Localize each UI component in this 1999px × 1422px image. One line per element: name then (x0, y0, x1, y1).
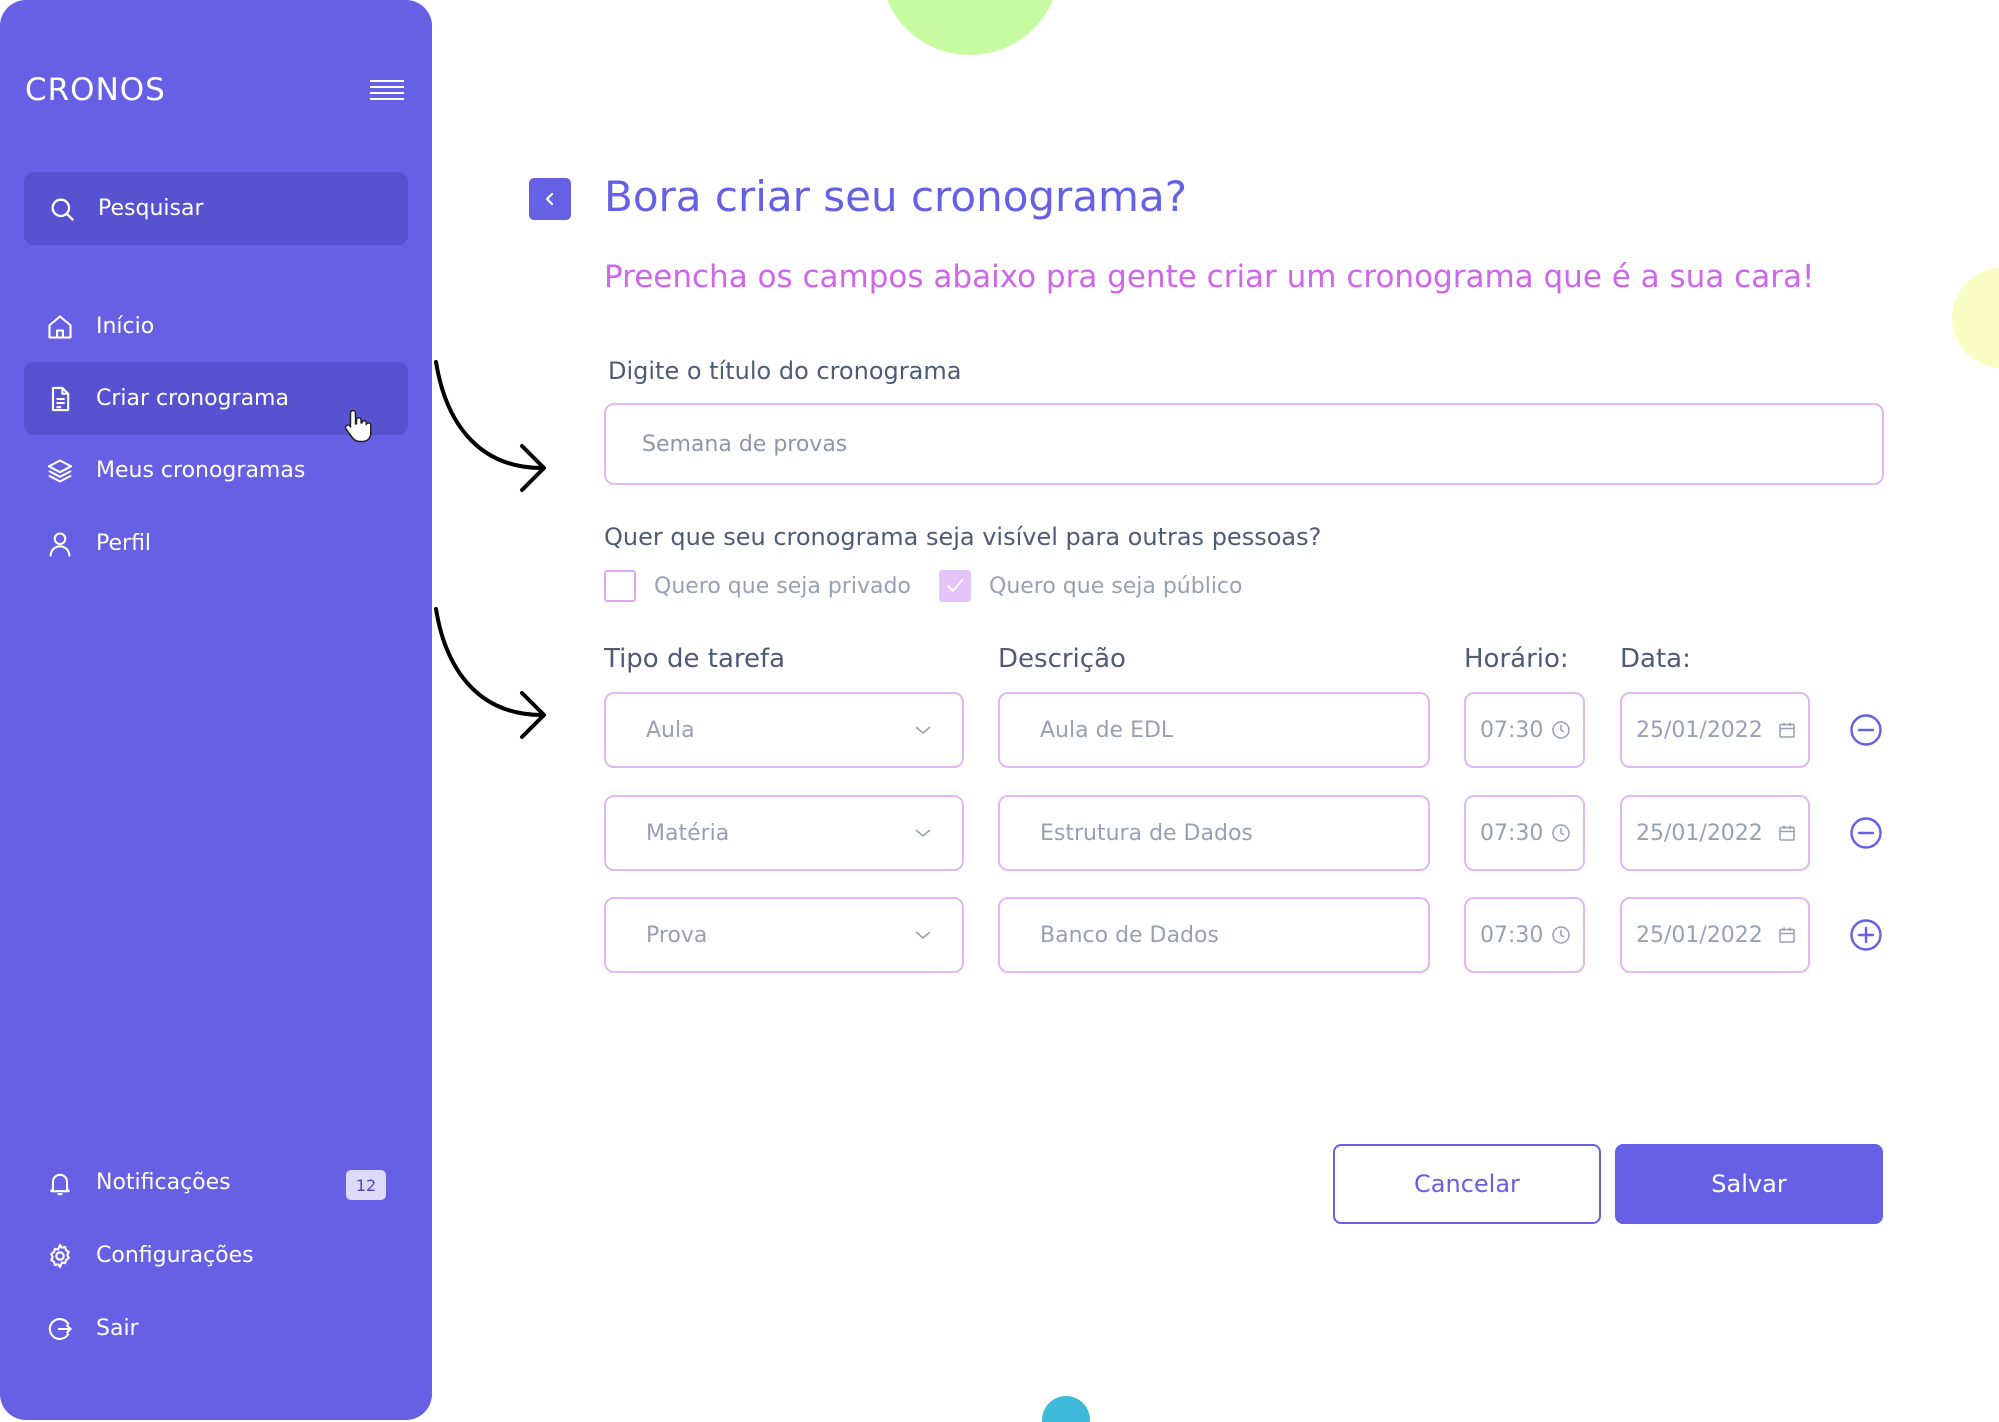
sidebar-item-label: Criar cronograma (96, 386, 289, 411)
chevron-left-icon (545, 192, 554, 206)
task-date-value: 25/01/2022 (1636, 717, 1763, 743)
sidebar-item-inicio[interactable]: Início (24, 290, 408, 363)
task-time-input[interactable]: 07:30 (1464, 897, 1585, 973)
sidebar-item-label: Sair (96, 1316, 139, 1341)
task-date-input[interactable]: 25/01/2022 (1620, 692, 1810, 768)
public-option[interactable]: Quero que seja público (939, 570, 1242, 602)
sidebar-item-label: Meus cronogramas (96, 458, 306, 483)
private-checkbox[interactable] (604, 570, 636, 602)
sidebar-item-label: Notificações (96, 1170, 231, 1195)
visibility-question: Quer que seu cronograma seja visível par… (604, 523, 1322, 551)
checkmark-icon (947, 579, 963, 592)
clock-icon (1552, 824, 1570, 842)
sidebar-item-label: Início (96, 314, 155, 339)
task-type-value: Matéria (646, 820, 730, 846)
private-option[interactable]: Quero que seja privado (604, 570, 911, 602)
search-icon (51, 198, 74, 221)
save-button[interactable]: Salvar (1615, 1144, 1883, 1224)
back-button[interactable] (529, 178, 571, 220)
cancel-button[interactable]: Cancelar (1333, 1144, 1601, 1224)
gear-icon (50, 1243, 70, 1268)
public-checkbox[interactable] (939, 570, 971, 602)
task-time-input[interactable]: 07:30 (1464, 692, 1585, 768)
sidebar: CRONOS Pesquisar Início Criar cronograma… (0, 0, 432, 1420)
clock-icon (1552, 721, 1570, 739)
user-icon (49, 531, 71, 557)
task-time-value: 07:30 (1480, 717, 1544, 743)
schedule-title-input[interactable] (604, 403, 1884, 485)
task-time-value: 07:30 (1480, 820, 1544, 846)
task-description-value: Aula de EDL (1040, 717, 1174, 743)
task-description-input[interactable]: Aula de EDL (998, 692, 1430, 768)
home-icon (48, 314, 72, 339)
column-header-description: Descrição (998, 644, 1126, 674)
sidebar-item-label: Configurações (96, 1243, 254, 1268)
app-logo: CRONOS (25, 72, 166, 108)
decorative-circle-yellow (1952, 268, 1999, 368)
document-icon (51, 386, 70, 411)
task-description-value: Estrutura de Dados (1040, 820, 1253, 846)
sidebar-item-perfil[interactable]: Perfil (24, 507, 408, 580)
task-type-select[interactable]: Prova (604, 897, 964, 973)
task-description-input[interactable]: Estrutura de Dados (998, 795, 1430, 871)
task-date-input[interactable]: 25/01/2022 (1620, 897, 1810, 973)
calendar-icon (1779, 927, 1795, 943)
hand-cursor-icon (344, 409, 372, 443)
sidebar-item-configuracoes[interactable]: Configurações (24, 1219, 408, 1292)
task-date-input[interactable]: 25/01/2022 (1620, 795, 1810, 871)
chevron-down-icon (915, 726, 931, 735)
calendar-icon (1779, 722, 1795, 738)
column-header-date: Data: (1620, 644, 1691, 674)
task-time-input[interactable]: 07:30 (1464, 795, 1585, 871)
search-label: Pesquisar (98, 196, 204, 221)
task-type-select[interactable]: Aula (604, 692, 964, 768)
task-date-value: 25/01/2022 (1636, 922, 1763, 948)
public-option-label: Quero que seja público (989, 573, 1243, 599)
notification-count-badge: 12 (346, 1170, 386, 1200)
task-description-input[interactable]: Banco de Dados (998, 897, 1430, 973)
decorative-circle-cyan (1042, 1396, 1090, 1422)
sidebar-item-label: Perfil (96, 531, 152, 556)
column-header-time: Horário: (1464, 644, 1569, 674)
chevron-down-icon (915, 931, 931, 940)
arrow-decoration (434, 607, 546, 739)
bell-icon (50, 1173, 70, 1195)
layers-icon (47, 458, 73, 483)
sidebar-item-sair[interactable]: Sair (24, 1292, 408, 1365)
sidebar-item-notificacoes[interactable]: Notificações 12 (24, 1146, 408, 1219)
task-description-value: Banco de Dados (1040, 922, 1219, 948)
clock-icon (1552, 926, 1570, 944)
private-option-label: Quero que seja privado (654, 573, 911, 599)
task-type-value: Aula (646, 717, 695, 743)
arrow-decoration (434, 360, 546, 492)
calendar-icon (1779, 825, 1795, 841)
sidebar-search[interactable]: Pesquisar (24, 172, 408, 245)
logout-icon (48, 1317, 72, 1340)
title-field-label: Digite o título do cronograma (608, 357, 962, 385)
remove-row-icon[interactable] (1849, 816, 1883, 850)
column-header-type: Tipo de tarefa (604, 644, 786, 674)
sidebar-item-meus-cronogramas[interactable]: Meus cronogramas (24, 434, 408, 507)
task-time-value: 07:30 (1480, 922, 1544, 948)
task-date-value: 25/01/2022 (1636, 820, 1763, 846)
page-title: Bora criar seu cronograma? (604, 172, 1187, 221)
add-row-icon[interactable] (1849, 918, 1883, 952)
decorative-circle-green (880, 0, 1060, 55)
page-subtitle: Preencha os campos abaixo pra gente cria… (604, 259, 1815, 295)
chevron-down-icon (915, 829, 931, 838)
remove-row-icon[interactable] (1849, 713, 1883, 747)
task-type-value: Prova (646, 922, 708, 948)
task-type-select[interactable]: Matéria (604, 795, 964, 871)
hamburger-menu-icon[interactable] (370, 80, 404, 104)
